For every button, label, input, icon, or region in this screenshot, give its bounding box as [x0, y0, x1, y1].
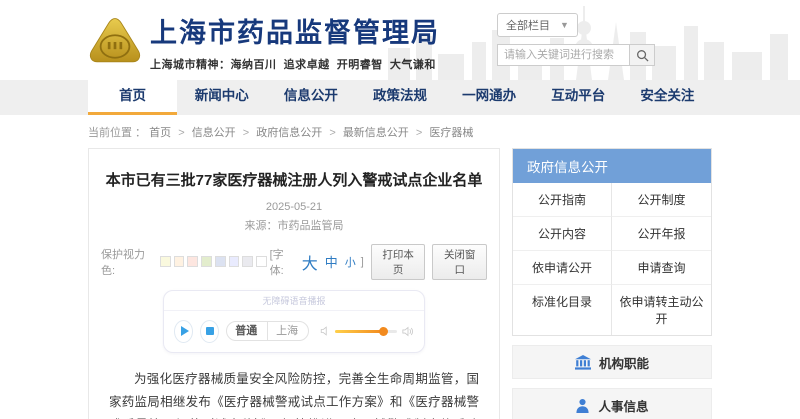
site-brand[interactable]: 上海市药品监督管理局 上海城市精神：海纳百川 追求卓越 开明睿智 大气谦和: [88, 11, 440, 72]
font-size-large[interactable]: 大: [302, 250, 318, 274]
nav-item-interaction[interactable]: 互动平台: [534, 80, 623, 115]
eye-color-swatch[interactable]: [242, 256, 253, 267]
language-toggle: 普通话 上海话: [226, 321, 309, 341]
breadcrumb-medical-devices: 医疗器械: [429, 127, 473, 139]
close-window-button[interactable]: 关闭窗口: [432, 244, 487, 280]
nav-item-home[interactable]: 首页: [88, 80, 177, 115]
article-body-paragraph: 为强化医疗器械质量安全风险防控，完善全生命周期监管，国家药监局相继发布《医疗器械…: [109, 368, 479, 419]
article-title: 本市已有三批77家医疗器械注册人列入警戒试点企业名单: [101, 169, 487, 190]
gov-info-panel-title: 政府信息公开: [513, 149, 711, 183]
lang-shanghainese-option[interactable]: 上海话: [268, 322, 308, 340]
volume-high-icon[interactable]: [402, 326, 414, 337]
play-icon: [181, 326, 189, 336]
quick-link-org-functions[interactable]: 机构职能: [512, 345, 712, 379]
category-dropdown[interactable]: 全部栏目 ▼: [497, 13, 578, 37]
sidebar-link-standardized-catalog[interactable]: 标准化目录: [513, 285, 612, 335]
category-dropdown-value: 全部栏目: [506, 17, 550, 33]
eye-color-swatch[interactable]: [160, 256, 171, 267]
nav-item-news[interactable]: 新闻中心: [177, 80, 266, 115]
eye-color-swatch[interactable]: [201, 256, 212, 267]
site-header: 上海市药品监督管理局 上海城市精神：海纳百川 追求卓越 开明睿智 大气谦和 全部…: [0, 0, 800, 80]
main-nav: 首页 新闻中心 信息公开 政策法规 一网通办 互动平台 安全关注: [0, 80, 800, 115]
breadcrumb-latest-info[interactable]: 最新信息公开: [343, 127, 409, 139]
article-date: 2025-05-21: [101, 198, 487, 217]
quick-link-personnel-info[interactable]: 人事信息: [512, 388, 712, 419]
sidebar-link-disclosure-system[interactable]: 公开制度: [612, 183, 711, 217]
eye-color-swatch[interactable]: [256, 256, 267, 267]
nav-item-policies[interactable]: 政策法规: [355, 80, 444, 115]
chevron-down-icon: ▼: [560, 20, 569, 30]
sidebar-link-annual-report[interactable]: 公开年报: [612, 217, 711, 251]
font-size-label: [字体:: [270, 246, 297, 278]
breadcrumb: 当前位置 ： 首页 > 信息公开 > 政府信息公开 > 最新信息公开 > 医疗器…: [88, 124, 712, 140]
quick-link-label: 机构职能: [599, 353, 649, 372]
breadcrumb-home[interactable]: 首页: [149, 127, 171, 139]
print-page-button[interactable]: 打印本页: [371, 244, 426, 280]
volume-slider[interactable]: [335, 330, 397, 333]
sidebar-link-disclosure-on-request[interactable]: 依申请公开: [513, 251, 612, 285]
eye-color-swatch[interactable]: [187, 256, 198, 267]
nav-item-safety[interactable]: 安全关注: [623, 80, 712, 115]
person-icon: [575, 398, 590, 413]
volume-fill: [335, 330, 383, 333]
breadcrumb-info-disclosure[interactable]: 信息公开: [192, 127, 236, 139]
bank-icon: [575, 355, 591, 370]
volume-slider-thumb[interactable]: [379, 327, 388, 336]
site-logo-icon: [88, 15, 142, 69]
search-input[interactable]: [497, 44, 629, 66]
eye-color-swatch[interactable]: [229, 256, 240, 267]
article-source: 来源：市药品监管局: [101, 217, 487, 236]
play-button[interactable]: [174, 320, 193, 343]
sidebar-link-disclosure-guide[interactable]: 公开指南: [513, 183, 612, 217]
stop-icon: [206, 327, 214, 335]
nav-item-online-services[interactable]: 一网通办: [445, 80, 534, 115]
gov-info-panel: 政府信息公开 公开指南 公开制度 公开内容 公开年报 依申请公开 申请查询 标准…: [512, 148, 712, 336]
audio-player: 无障碍语音播报 普通话 上海话: [163, 290, 425, 353]
search-icon: [636, 49, 649, 62]
eye-color-swatch[interactable]: [174, 256, 185, 267]
font-size-small[interactable]: 小: [345, 254, 356, 270]
eye-protect-label: 保护视力色:: [101, 246, 157, 278]
font-size-label-end: ]: [361, 256, 364, 268]
breadcrumb-prefix: 当前位置 ：: [88, 127, 146, 139]
search-button[interactable]: [629, 44, 655, 66]
lang-mandarin-option[interactable]: 普通话: [227, 322, 268, 340]
right-sidebar: 政府信息公开 公开指南 公开制度 公开内容 公开年报 依申请公开 申请查询 标准…: [512, 148, 712, 419]
article-toolbar: 保护视力色: [字体: 大 中 小 ] 打印本页 关闭窗口: [101, 244, 487, 280]
nav-item-info-disclosure[interactable]: 信息公开: [266, 80, 355, 115]
search-area: 全部栏目 ▼: [497, 13, 655, 66]
audio-player-title: 无障碍语音播报: [164, 291, 424, 311]
breadcrumb-gov-info[interactable]: 政府信息公开: [256, 127, 322, 139]
sidebar-link-application-query[interactable]: 申请查询: [612, 251, 711, 285]
stop-button[interactable]: [200, 320, 219, 343]
sidebar-link-disclosure-content[interactable]: 公开内容: [513, 217, 612, 251]
article-card: 本市已有三批77家医疗器械注册人列入警戒试点企业名单 2025-05-21 来源…: [88, 148, 500, 419]
font-size-medium[interactable]: 中: [325, 252, 338, 271]
sidebar-link-request-to-active[interactable]: 依申请转主动公开: [612, 285, 711, 335]
eye-color-swatch[interactable]: [215, 256, 226, 267]
volume-low-icon[interactable]: [320, 326, 330, 336]
quick-link-label: 人事信息: [598, 396, 648, 415]
site-motto: 上海城市精神：海纳百川 追求卓越 开明睿智 大气谦和: [150, 56, 440, 72]
site-title: 上海市药品监督管理局: [150, 11, 440, 50]
